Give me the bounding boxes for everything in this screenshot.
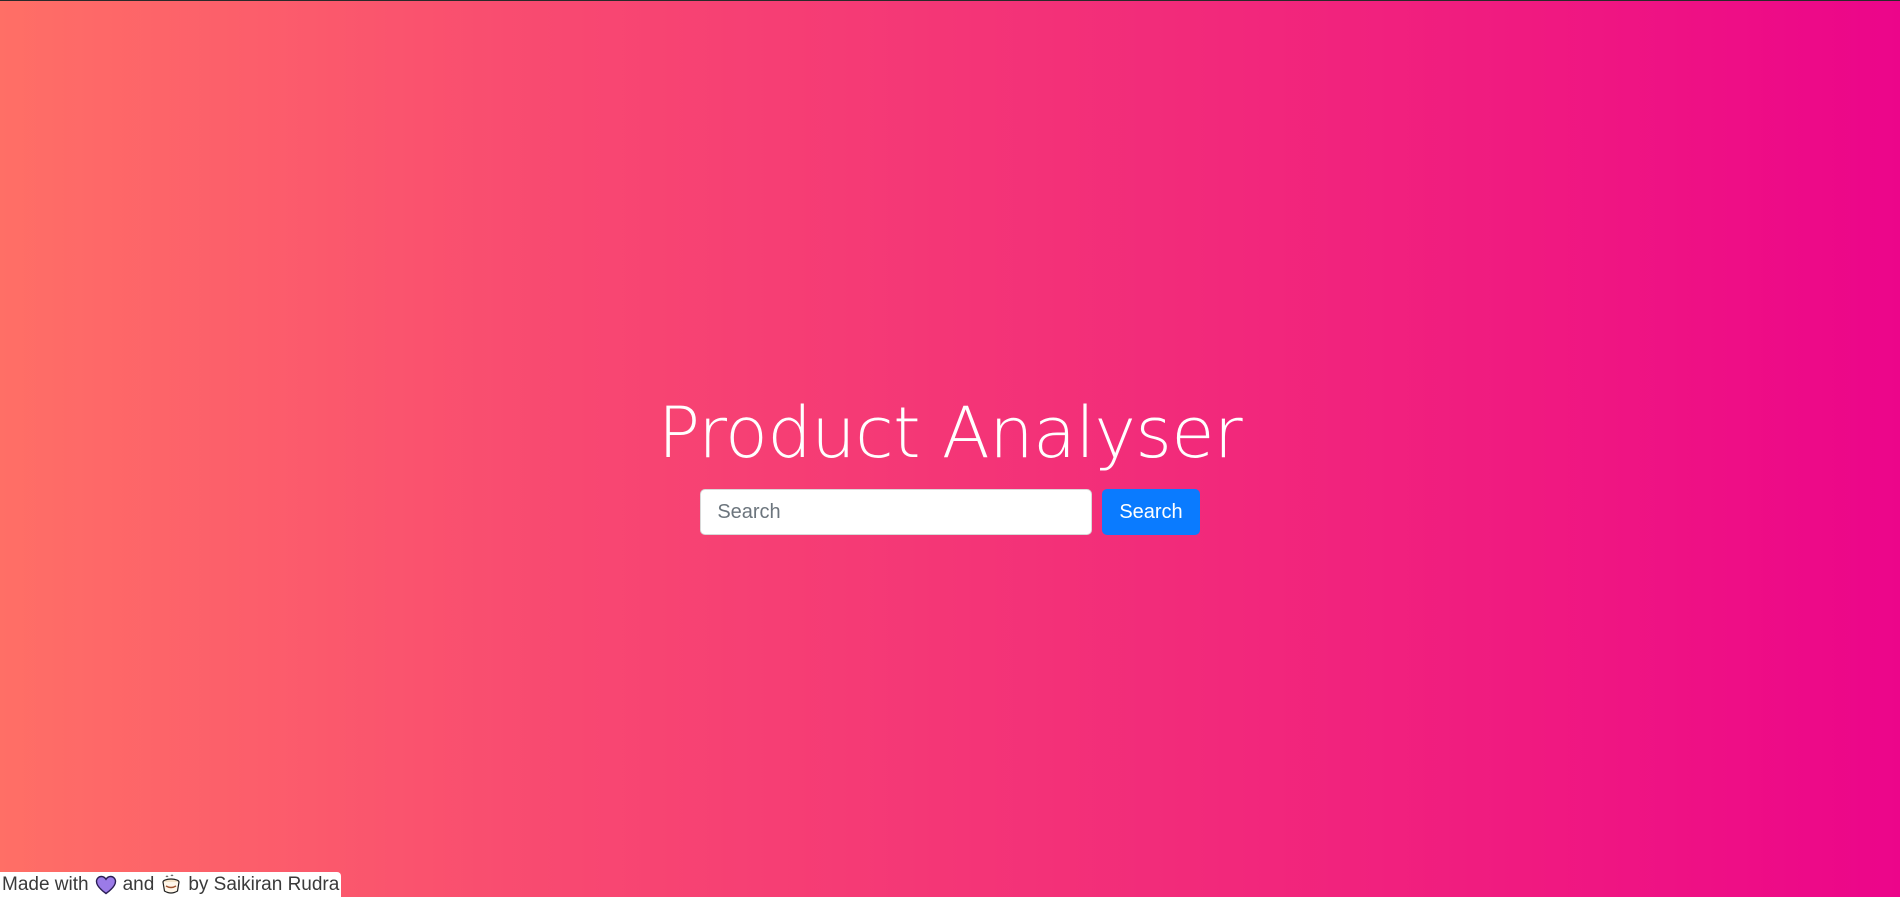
- footer-text-and: and: [122, 873, 155, 895]
- hero-section: Product Analyser Search: [0, 391, 1900, 535]
- purple-heart-icon: [95, 875, 117, 895]
- footer-text-made-with: Made with: [2, 873, 89, 895]
- page-title: Product Analyser: [657, 392, 1243, 474]
- search-button[interactable]: Search: [1102, 489, 1200, 535]
- search-input[interactable]: [700, 489, 1093, 535]
- search-form: Search: [700, 489, 1200, 535]
- page-background: Product Analyser Search Made with and by…: [0, 0, 1900, 897]
- footer-credit: Made with and by Saikiran Rudra: [0, 872, 342, 897]
- coffee-cup-icon: [160, 874, 182, 896]
- footer-text-author: by Saikiran Rudra: [188, 873, 340, 895]
